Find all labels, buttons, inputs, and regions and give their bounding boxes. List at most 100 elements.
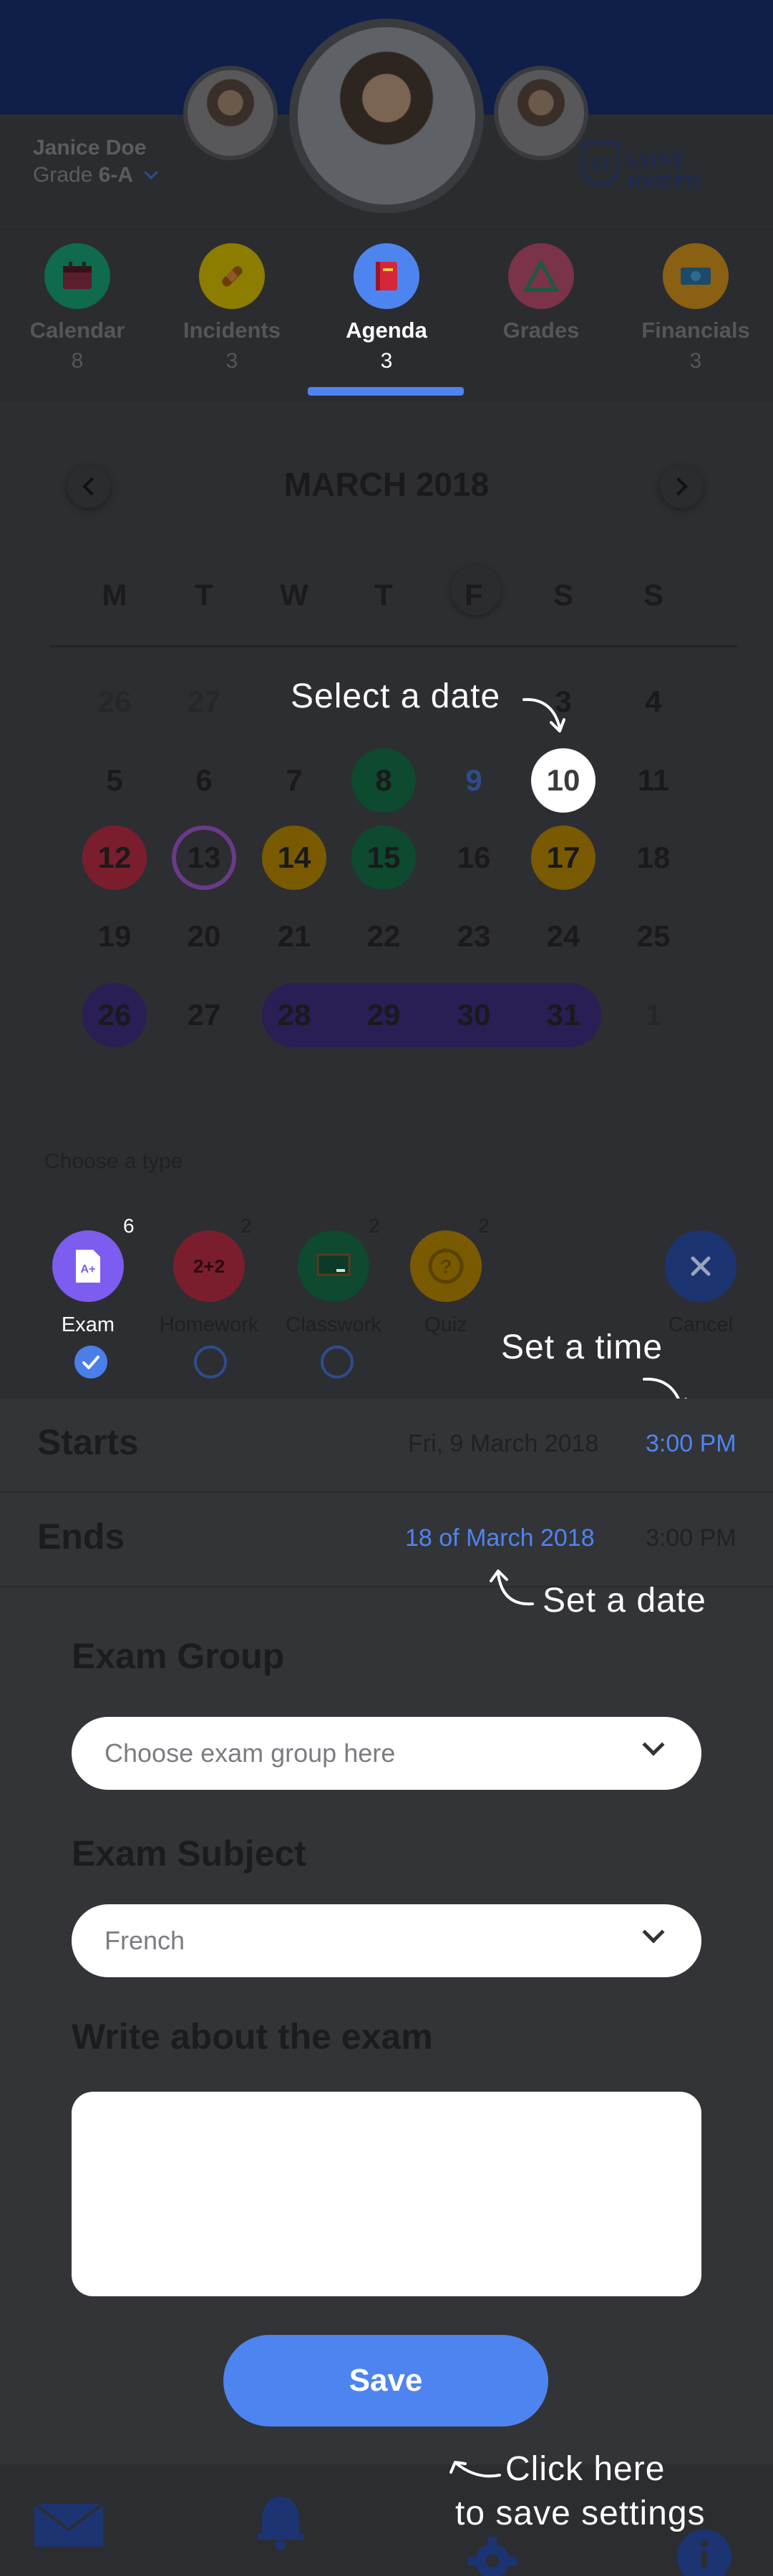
type-homework[interactable]: 2+2 Homework — [148, 1230, 270, 1337]
calendar-day-selected[interactable]: 10 — [531, 748, 595, 813]
chevron-down-icon — [642, 1921, 665, 1944]
chevron-left-icon — [82, 477, 101, 496]
calendar-day[interactable]: 4 — [621, 670, 686, 734]
calendar-day-in-range[interactable]: 29 — [351, 983, 416, 1047]
calendar-day-event[interactable]: 8 — [351, 748, 416, 813]
chevron-down-icon — [144, 165, 159, 180]
calendar-day[interactable]: 6 — [172, 748, 236, 813]
calendar-day-event[interactable]: 12 — [82, 826, 147, 890]
type-label: Quiz — [424, 1313, 467, 1336]
ends-date[interactable]: 18 of March 2018 — [405, 1524, 595, 1552]
starts-date[interactable]: Fri, 9 March 2018 — [408, 1430, 598, 1458]
ends-time[interactable]: 3:00 PM — [646, 1524, 736, 1552]
type-quiz[interactable]: ? Quiz — [385, 1230, 507, 1337]
tab-count: 3 — [380, 349, 393, 373]
calendar-day-in-range[interactable]: 31 — [531, 983, 595, 1047]
type-count-badge: 2 — [478, 1215, 490, 1237]
next-month-button[interactable] — [660, 465, 703, 508]
tab-label: Financials — [641, 318, 750, 343]
calendar-day[interactable]: 20 — [172, 904, 236, 969]
save-button[interactable]: Save — [223, 2335, 548, 2426]
calendar-day[interactable]: 26 — [82, 670, 147, 734]
exam-icon: A+ — [52, 1230, 124, 1302]
type-label: Exam — [61, 1313, 115, 1336]
type-classwork[interactable]: Classwork — [273, 1230, 394, 1337]
calendar-day-event[interactable]: 14 — [262, 826, 326, 890]
mail-icon[interactable] — [33, 2502, 104, 2552]
grade-value: 6-A — [98, 163, 134, 187]
starts-row[interactable]: Starts Fri, 9 March 2018 3:00 PM — [0, 1399, 773, 1493]
bell-icon[interactable] — [251, 2492, 311, 2556]
avatar-right[interactable] — [494, 66, 588, 160]
month-title: MARCH 2018 — [283, 466, 490, 503]
weekday-label: T — [374, 578, 393, 612]
type-count-badge: 2 — [369, 1215, 380, 1237]
tab-label: Grades — [502, 318, 580, 343]
money-icon — [663, 243, 729, 309]
calendar-day[interactable]: 11 — [621, 748, 686, 813]
calendar-day-in-range[interactable]: 30 — [442, 983, 506, 1047]
svg-text:?: ? — [439, 1255, 452, 1278]
calendar-day[interactable]: 7 — [262, 748, 326, 813]
type-exam[interactable]: A+ Exam — [27, 1230, 149, 1337]
active-tab-indicator — [308, 387, 464, 396]
calendar-day[interactable]: 19 — [82, 904, 147, 969]
school-crest: SJ — [581, 142, 620, 186]
calendar-day[interactable]: 1 — [621, 983, 686, 1047]
info-icon[interactable] — [674, 2527, 734, 2576]
ends-label: Ends — [37, 1517, 125, 1557]
weekday-label: F — [465, 578, 483, 612]
calendar-day[interactable]: 24 — [531, 904, 595, 969]
calendar-day[interactable]: 27 — [172, 983, 236, 1047]
calendar-day[interactable]: 25 — [621, 904, 686, 969]
calendar-day[interactable]: 22 — [351, 904, 416, 969]
grade-selector[interactable]: Grade 6-A — [33, 163, 159, 187]
homework-icon: 2+2 — [173, 1230, 245, 1302]
calendar-day[interactable]: 18 — [621, 826, 686, 890]
classwork-radio[interactable] — [321, 1346, 354, 1378]
ends-row[interactable]: Ends 18 of March 2018 3:00 PM — [0, 1493, 773, 1587]
school-name: SAINT JOSEPH — [626, 150, 701, 192]
type-count-badge: 2 — [240, 1215, 252, 1237]
calendar-day-today[interactable]: 13 — [172, 826, 236, 890]
exam-radio-selected[interactable] — [74, 1346, 107, 1378]
tab-incidents[interactable]: Incidents 3 — [160, 243, 303, 373]
calendar-day-event[interactable]: 15 — [351, 826, 416, 890]
calendar-day-event[interactable]: 17 — [531, 826, 595, 890]
calendar-day[interactable]: 23 — [442, 904, 506, 969]
tab-calendar[interactable]: Calendar 8 — [6, 243, 149, 373]
calendar-day[interactable]: 5 — [82, 748, 147, 813]
avatar-current[interactable] — [289, 19, 484, 213]
calendar-day[interactable]: 21 — [262, 904, 326, 969]
starts-time[interactable]: 3:00 PM — [646, 1430, 736, 1458]
tooltip-arrow-icon — [449, 2461, 501, 2478]
prev-month-button[interactable] — [67, 465, 110, 508]
type-label: Classwork — [286, 1313, 381, 1336]
tab-financials[interactable]: Financials 3 — [624, 243, 767, 373]
tab-agenda[interactable]: Agenda 3 — [315, 243, 458, 373]
avatar-left[interactable] — [183, 66, 278, 160]
book-icon — [354, 243, 419, 309]
homework-radio[interactable] — [194, 1346, 227, 1378]
cancel-type-button[interactable]: Cancel — [640, 1230, 762, 1337]
gear-icon[interactable] — [464, 2532, 521, 2576]
calendar-day[interactable]: 16 — [442, 826, 506, 890]
tab-label: Calendar — [29, 318, 125, 343]
type-prompt: Choose a type — [44, 1150, 183, 1173]
tab-count: 3 — [225, 349, 238, 373]
exam-group-label: Exam Group — [72, 1636, 285, 1676]
type-count-badge: 6 — [123, 1215, 135, 1237]
calendar-day[interactable]: 27 — [172, 670, 236, 734]
exam-subject-select[interactable]: French — [72, 1904, 701, 1977]
calendar-day-start[interactable]: 9 — [442, 748, 506, 813]
chevron-down-icon — [642, 1733, 665, 1756]
tab-grades[interactable]: Grades — [470, 243, 613, 349]
school-subtitle: SCHOOL — [660, 173, 704, 181]
tooltip-click-here: Click here — [505, 2450, 666, 2488]
calendar-day-event[interactable]: 26 — [82, 983, 147, 1047]
tooltip-arrow-icon — [522, 697, 565, 733]
calendar-day-in-range[interactable]: 28 — [262, 983, 326, 1047]
tooltip-select-date: Select a date — [291, 677, 501, 715]
description-textarea[interactable] — [72, 2092, 701, 2296]
exam-group-select[interactable]: Choose exam group here — [72, 1717, 701, 1790]
